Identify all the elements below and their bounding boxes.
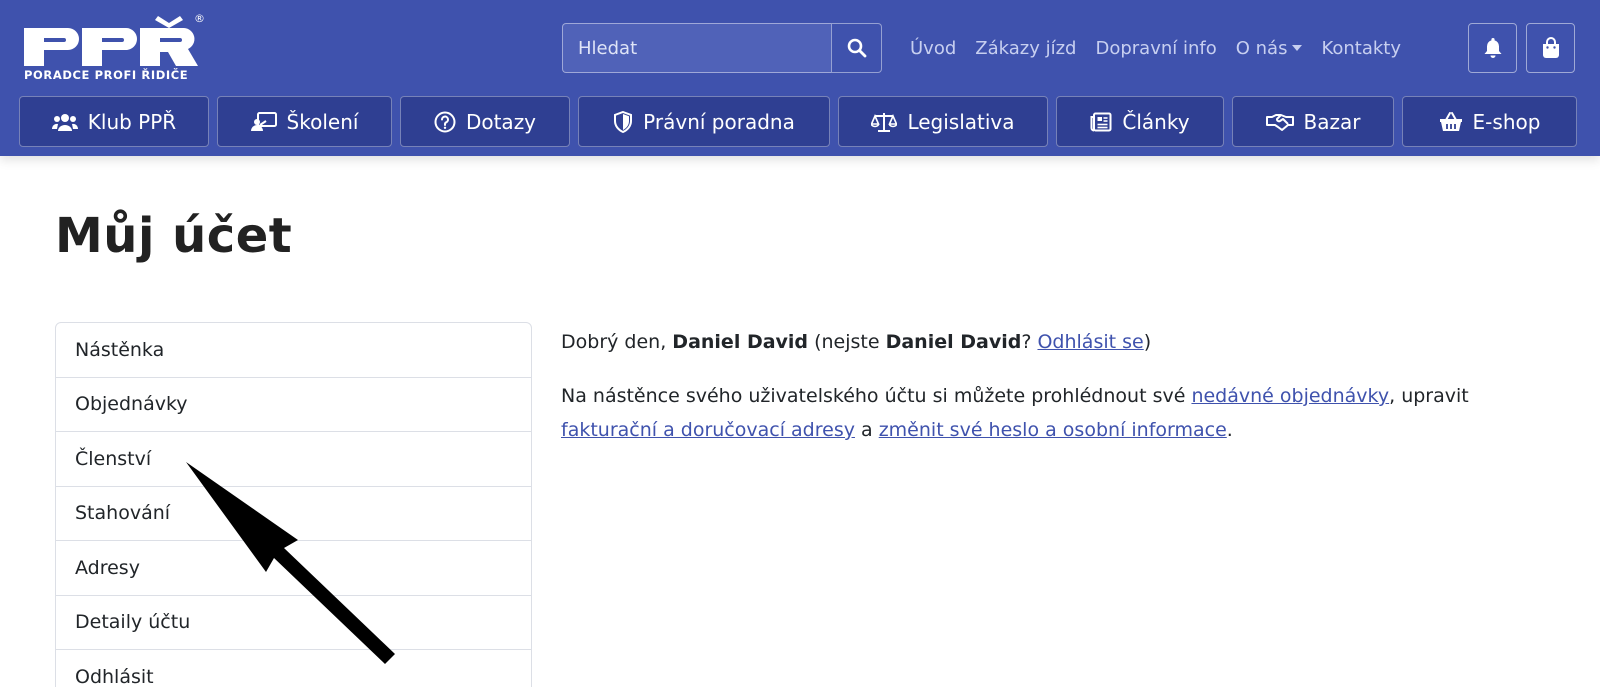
- annotation-arrow-icon: [186, 462, 395, 664]
- not-you-prefix: (nejste: [808, 331, 886, 353]
- mainnav-label: Dotazy: [465, 109, 537, 134]
- main-navigation: Klub PPŘ Školení Dotazy Právní poradna L…: [19, 96, 1581, 147]
- search-bar: [562, 23, 882, 73]
- dashboard-text: a: [854, 419, 879, 441]
- topnav-link-zakazy-jizd[interactable]: Zákazy jízd: [975, 38, 1076, 59]
- dashboard-text: .: [1226, 419, 1233, 441]
- mainnav-skoleni[interactable]: Školení: [217, 96, 392, 147]
- site-logo[interactable]: ® PORADCE PROFI ŘIDIČE: [24, 12, 210, 82]
- mainnav-pravni-poradna[interactable]: Právní poradna: [578, 96, 830, 147]
- newspaper-icon: [1090, 112, 1112, 131]
- mainnav-label: Bazar: [1303, 109, 1361, 134]
- search-button[interactable]: [831, 23, 882, 73]
- mainnav-label: Právní poradna: [643, 109, 795, 134]
- registered-mark: ®: [194, 12, 205, 25]
- logout-link[interactable]: Odhlásit se: [1037, 331, 1143, 353]
- dashboard-text: , upravit: [1389, 385, 1469, 407]
- topnav-link-dopravni-info[interactable]: Dopravní info: [1095, 38, 1216, 59]
- not-you-user: Daniel David: [885, 331, 1022, 353]
- greeting-paragraph: Dobrý den, Daniel David (nejste Daniel D…: [561, 325, 1561, 359]
- mainnav-label: E-shop: [1472, 109, 1541, 134]
- mainnav-label: Klub PPŘ: [87, 109, 177, 134]
- page-title: Můj účet: [55, 208, 293, 264]
- mainnav-legislativa[interactable]: Legislativa: [838, 96, 1048, 147]
- close-paren: ): [1143, 331, 1152, 353]
- site-header: ® PORADCE PROFI ŘIDIČE Úvod Zákazy jízd …: [0, 0, 1600, 156]
- not-you-question: ?: [1021, 331, 1038, 353]
- mainnav-label: Školení: [286, 109, 359, 134]
- topnav-dropdown-label: O nás: [1235, 37, 1288, 59]
- logo-tagline: PORADCE PROFI ŘIDIČE: [24, 68, 189, 82]
- addresses-link[interactable]: fakturační a doručovací adresy: [561, 419, 855, 441]
- scales-icon: [871, 112, 898, 132]
- topnav-link-uvod[interactable]: Úvod: [910, 38, 956, 59]
- cart-button[interactable]: [1526, 23, 1575, 73]
- topnav-link-kontakty[interactable]: Kontakty: [1321, 38, 1401, 59]
- users-icon: [51, 113, 78, 131]
- top-navigation: Úvod Zákazy jízd Dopravní info O nás Kon…: [910, 30, 1420, 66]
- search-input[interactable]: [562, 23, 832, 73]
- mainnav-bazar[interactable]: Bazar: [1232, 96, 1394, 147]
- recent-orders-link[interactable]: nedávné objednávky: [1191, 385, 1389, 407]
- account-details-link[interactable]: změnit své heslo a osobní informace: [879, 419, 1227, 441]
- mainnav-dotazy[interactable]: Dotazy: [400, 96, 570, 147]
- shield-icon: [614, 110, 633, 133]
- dashboard-text: Na nástěnce svého uživatelského účtu si …: [561, 385, 1192, 407]
- greeting-prefix: Dobrý den,: [561, 331, 673, 353]
- user-name: Daniel David: [672, 331, 809, 353]
- mainnav-klub-ppr[interactable]: Klub PPŘ: [19, 96, 209, 147]
- mainnav-e-shop[interactable]: E-shop: [1402, 96, 1577, 147]
- account-menu-objednavky[interactable]: Objednávky: [56, 378, 531, 432]
- notifications-button[interactable]: [1468, 23, 1517, 73]
- mainnav-label: Legislativa: [907, 109, 1015, 134]
- teacher-icon: [250, 111, 277, 131]
- search-icon: [847, 38, 866, 58]
- dashboard-description: Na nástěnce svého uživatelského účtu si …: [561, 379, 1561, 447]
- bell-icon: [1484, 38, 1501, 58]
- question-circle-icon: [434, 111, 456, 132]
- mainnav-label: Články: [1122, 109, 1190, 134]
- dashboard-content: Dobrý den, Daniel David (nejste Daniel D…: [561, 325, 1561, 467]
- basket-icon: [1439, 111, 1462, 131]
- mainnav-clanky[interactable]: Články: [1056, 96, 1224, 147]
- caret-down-icon: [1292, 45, 1303, 51]
- shopping-bag-icon: [1542, 37, 1559, 58]
- topnav-dropdown-o-nas[interactable]: O nás: [1236, 38, 1303, 59]
- account-menu-nastenka[interactable]: Nástěnka: [56, 323, 531, 378]
- handshake-icon: [1265, 113, 1294, 131]
